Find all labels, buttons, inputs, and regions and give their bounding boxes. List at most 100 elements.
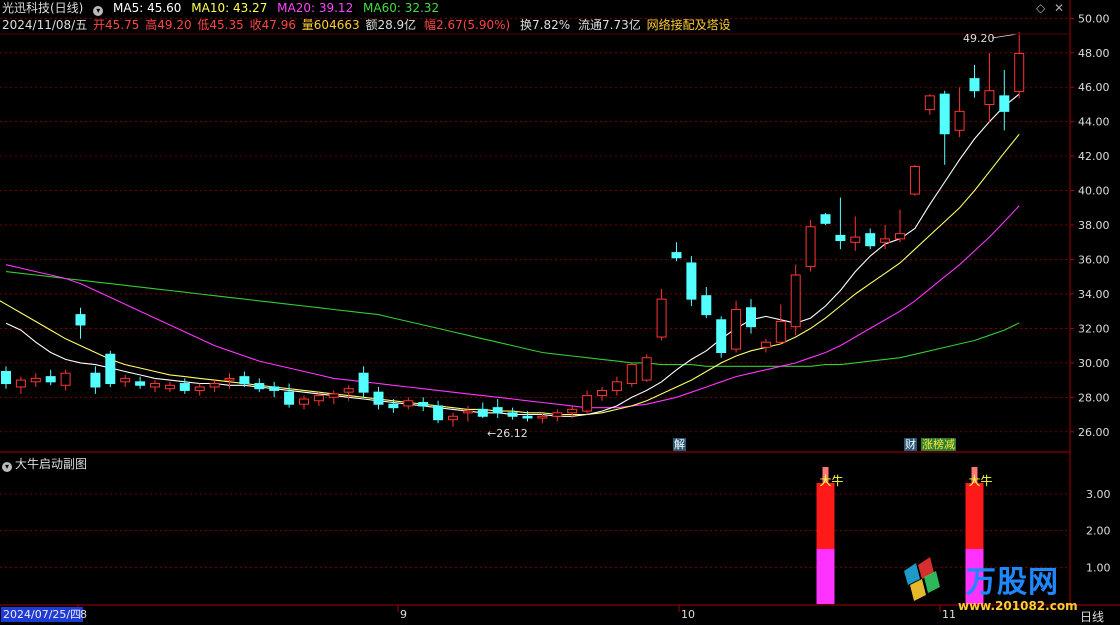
candle-body <box>507 412 518 417</box>
candle[interactable] <box>895 209 905 243</box>
candle[interactable] <box>45 369 56 386</box>
candle[interactable] <box>775 304 786 344</box>
candle[interactable] <box>611 376 622 396</box>
candle[interactable] <box>328 390 339 405</box>
candle[interactable] <box>120 374 131 387</box>
candle[interactable] <box>746 299 756 334</box>
candle[interactable] <box>90 366 101 394</box>
candle-body <box>75 314 86 326</box>
candle-body <box>522 415 533 419</box>
candle[interactable] <box>284 383 295 408</box>
candle[interactable] <box>179 378 190 394</box>
candle-body <box>194 386 205 391</box>
candle[interactable] <box>477 402 488 418</box>
candle[interactable] <box>15 376 26 394</box>
candle[interactable] <box>686 256 697 307</box>
candle[interactable] <box>462 405 473 422</box>
candle[interactable] <box>164 381 175 393</box>
candle[interactable] <box>969 64 980 98</box>
diamond-icon[interactable]: ◇ <box>1036 1 1045 15</box>
candle[interactable] <box>820 212 831 226</box>
candle-body <box>418 401 429 407</box>
candle[interactable] <box>150 380 160 393</box>
candle[interactable] <box>552 409 563 422</box>
candle[interactable] <box>30 373 41 387</box>
flag-zhangbangjian[interactable]: 涨榜减 <box>921 438 956 451</box>
chevron-down-icon[interactable]: ▾ <box>93 6 104 16</box>
candle[interactable] <box>835 197 846 250</box>
candle[interactable] <box>850 216 861 251</box>
ma5-line <box>5 93 1020 417</box>
stock-name[interactable]: 光迅科技(日线) <box>2 1 83 15</box>
candle[interactable] <box>909 164 920 196</box>
price-tick-label: 32.00 <box>1078 322 1110 335</box>
candle[interactable] <box>805 219 816 272</box>
candle[interactable] <box>373 386 384 410</box>
ma20-value: MA20: 39.12 <box>277 1 354 15</box>
candle[interactable] <box>254 378 265 393</box>
quote-date: 2024/11/08/五 <box>2 18 88 32</box>
candle[interactable] <box>358 366 369 398</box>
kline-chart-area[interactable]: 大牛 大牛 26.00 28.00 30.00 32.00 34.00 36.00 38.00… <box>0 0 1120 623</box>
candle[interactable] <box>701 287 712 319</box>
candle[interactable] <box>448 412 458 427</box>
candle[interactable] <box>671 242 682 262</box>
candle[interactable] <box>716 316 727 358</box>
candle[interactable] <box>880 225 891 250</box>
chevron-down-icon[interactable]: ▾ <box>2 462 12 472</box>
candle[interactable] <box>865 228 876 250</box>
float-cap: 流通7.73亿 <box>578 18 641 32</box>
price-tick-label: 26.00 <box>1078 426 1110 439</box>
candle[interactable] <box>924 94 935 115</box>
candle[interactable] <box>790 264 801 336</box>
candle-body <box>656 298 667 338</box>
candle[interactable] <box>418 397 429 412</box>
price-tick-label: 44.00 <box>1078 116 1110 129</box>
candle[interactable] <box>135 376 146 389</box>
candle[interactable] <box>105 350 116 387</box>
candle[interactable] <box>239 371 250 387</box>
candle[interactable] <box>939 90 950 165</box>
candle[interactable] <box>626 362 637 387</box>
candle-body <box>537 415 548 419</box>
flag-cai[interactable]: 财 <box>904 438 917 451</box>
candle[interactable] <box>1 366 11 389</box>
candle-body <box>150 383 160 388</box>
candle[interactable] <box>507 407 518 420</box>
candle[interactable] <box>760 338 771 353</box>
candle-body <box>448 415 458 421</box>
price-tick-label: 42.00 <box>1078 150 1110 163</box>
candle-body <box>939 93 950 135</box>
candle[interactable] <box>75 307 86 339</box>
candle[interactable] <box>343 385 354 401</box>
candle[interactable] <box>999 70 1010 131</box>
candle[interactable] <box>731 300 742 353</box>
close-price: 收47.96 <box>249 18 296 32</box>
candle[interactable] <box>209 380 220 393</box>
candle[interactable] <box>269 381 280 398</box>
candle[interactable] <box>403 397 414 410</box>
candle-body <box>1014 52 1025 93</box>
candle-body <box>969 78 980 92</box>
candle-body <box>105 353 116 385</box>
candle[interactable] <box>597 386 607 401</box>
price-tick-label: 34.00 <box>1078 288 1110 301</box>
candle[interactable] <box>433 400 444 424</box>
candle-body <box>328 393 339 398</box>
candle-body <box>284 391 295 405</box>
low-annotation: ←26.12 <box>487 427 528 440</box>
candle[interactable] <box>194 383 205 396</box>
candle[interactable] <box>60 369 71 391</box>
candle[interactable] <box>656 288 667 341</box>
close-icon[interactable]: ✕ <box>1054 1 1064 15</box>
indicator-title[interactable]: 大牛启动副图 <box>15 457 87 471</box>
candle[interactable] <box>492 399 503 418</box>
candle-body <box>805 226 816 267</box>
concept-link[interactable]: 网络接配及塔设 <box>647 18 731 32</box>
candle-body <box>790 274 801 328</box>
candle[interactable] <box>582 390 593 415</box>
candle[interactable] <box>1014 32 1025 99</box>
flag-jie[interactable]: 解 <box>673 438 686 451</box>
candle[interactable] <box>641 354 652 382</box>
candle[interactable] <box>954 87 965 138</box>
